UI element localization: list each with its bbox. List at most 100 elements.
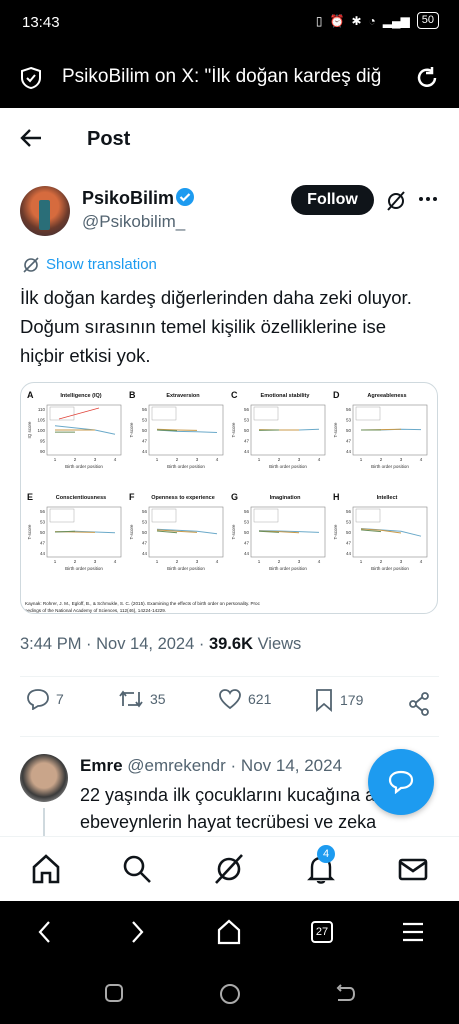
y-tick-label: 100 (37, 428, 45, 433)
grok-icon[interactable] (211, 851, 247, 887)
translate-icon (23, 257, 39, 273)
tweet-date[interactable]: Nov 14, 2024 (96, 635, 194, 653)
bookmark-count: 179 (340, 692, 364, 708)
repost-count: 35 (150, 691, 166, 707)
divider (20, 676, 439, 677)
x-tick-label: 4 (114, 457, 117, 462)
y-tick-label: 50 (346, 428, 352, 433)
y-axis-label: T-score (129, 422, 134, 438)
y-tick-label: 105 (37, 418, 45, 423)
status-icons: ▯ ⏰ ✱ ◔ ▂▄▆ 50 (316, 12, 439, 29)
panel-title: Agreeableness (367, 393, 406, 399)
panel-letter: G (231, 492, 238, 502)
legend-box (253, 406, 279, 421)
browser-back-icon[interactable] (36, 920, 54, 944)
panel-title: Emotional stability (261, 393, 311, 399)
back-arrow-icon[interactable] (20, 128, 42, 148)
post-header-title: Post (87, 128, 131, 150)
author-handle[interactable]: @Psikobilim_ (82, 212, 185, 232)
y-tick-label: 44 (346, 449, 352, 454)
battery-icon: 50 (416, 12, 439, 29)
tabs-count-button[interactable]: 27 (311, 921, 333, 943)
x-tick-label: 1 (156, 457, 159, 462)
panel-title: Imagination (270, 495, 302, 501)
panel-letter: E (27, 492, 33, 502)
browser-home-icon[interactable] (217, 919, 241, 945)
search-icon[interactable] (119, 851, 155, 887)
post-header: Post (0, 108, 459, 168)
notifications-tab[interactable]: 4 (303, 845, 339, 887)
y-tick-label: 47 (346, 439, 352, 444)
y-tick-label: 56 (346, 407, 352, 412)
author-name[interactable]: PsikoBilim (82, 188, 174, 209)
x-tick-label: 2 (176, 457, 179, 462)
shield-icon[interactable] (20, 66, 42, 90)
x-tick-label: 3 (196, 457, 199, 462)
x-axis-label: Birth order position (371, 566, 409, 571)
legend-box (355, 406, 381, 421)
x-tick-label: 1 (258, 457, 261, 462)
more-options-icon[interactable] (418, 196, 438, 202)
legend-box (151, 508, 177, 523)
x-axis-label: Birth order position (65, 566, 103, 571)
share-icon[interactable] (408, 692, 430, 716)
divider (20, 736, 439, 737)
y-tick-label: 47 (40, 541, 46, 546)
grok-icon[interactable] (385, 190, 407, 212)
x-axis-label: Birth order position (269, 566, 307, 571)
views-count: 39.6K (208, 635, 253, 653)
views-label: Views (257, 635, 302, 653)
reply-date[interactable]: Nov 14, 2024 (241, 756, 342, 775)
menu-icon[interactable] (401, 922, 425, 942)
tweet-time[interactable]: 3:44 PM (20, 635, 81, 653)
tweet-page: Post PsikoBilim @Psikobilim_ Follow Show… (0, 108, 459, 901)
follow-button[interactable]: Follow (291, 185, 374, 215)
x-tick-label: 1 (156, 559, 159, 564)
reply-avatar[interactable] (20, 754, 68, 802)
x-tick-label: 4 (420, 559, 423, 564)
home-icon[interactable] (28, 851, 64, 887)
home-circle-icon[interactable] (219, 983, 241, 1005)
show-translation-link[interactable]: Show translation (46, 256, 157, 273)
y-axis-label: T-score (231, 422, 236, 438)
compose-reply-fab[interactable] (368, 749, 434, 815)
browser-forward-icon[interactable] (128, 920, 146, 944)
x-tick-label: 1 (54, 457, 57, 462)
recents-icon[interactable] (104, 983, 124, 1003)
x-tick-label: 2 (278, 457, 281, 462)
y-tick-label: 53 (346, 520, 352, 525)
verified-badge-icon (176, 188, 194, 206)
author-avatar[interactable] (20, 186, 70, 236)
x-tick-label: 4 (216, 559, 219, 564)
wifi-icon: ◔ (368, 13, 376, 28)
series-line (54, 530, 76, 533)
y-tick-label: 44 (244, 449, 250, 454)
repost-button[interactable]: 35 (118, 688, 166, 710)
y-tick-label: 44 (40, 551, 46, 556)
y-tick-label: 47 (346, 541, 352, 546)
reply-button[interactable]: 7 (26, 688, 64, 710)
panel-title: Extraversion (166, 393, 200, 399)
y-tick-label: 50 (40, 530, 46, 535)
tweet-image[interactable]: A Intelligence (IQ) 110 105 100 95 90 IQ score 1… (20, 382, 438, 614)
like-button[interactable]: 621 (218, 688, 271, 710)
x-tick-label: 1 (54, 559, 57, 564)
y-tick-label: 53 (244, 418, 250, 423)
y-axis-label: T-score (333, 524, 338, 540)
reply-author-handle[interactable]: @emrekendr (127, 756, 226, 775)
y-tick-label: 47 (142, 541, 148, 546)
bookmark-button[interactable]: 179 (314, 688, 363, 712)
refresh-icon[interactable] (414, 65, 440, 91)
reply-author-name[interactable]: Emre (80, 756, 123, 775)
x-tick-label: 2 (176, 559, 179, 564)
mail-icon[interactable] (395, 851, 431, 887)
bookmark-icon (316, 689, 332, 712)
system-back-icon[interactable] (334, 984, 356, 1004)
x-tick-label: 4 (420, 457, 423, 462)
like-count: 621 (248, 691, 272, 707)
x-tick-label: 3 (400, 559, 403, 564)
panel-title: Intellect (377, 495, 398, 501)
y-tick-label: 53 (346, 418, 352, 423)
alarm-icon: ⏰ (329, 13, 345, 28)
x-tick-label: 3 (94, 457, 97, 462)
